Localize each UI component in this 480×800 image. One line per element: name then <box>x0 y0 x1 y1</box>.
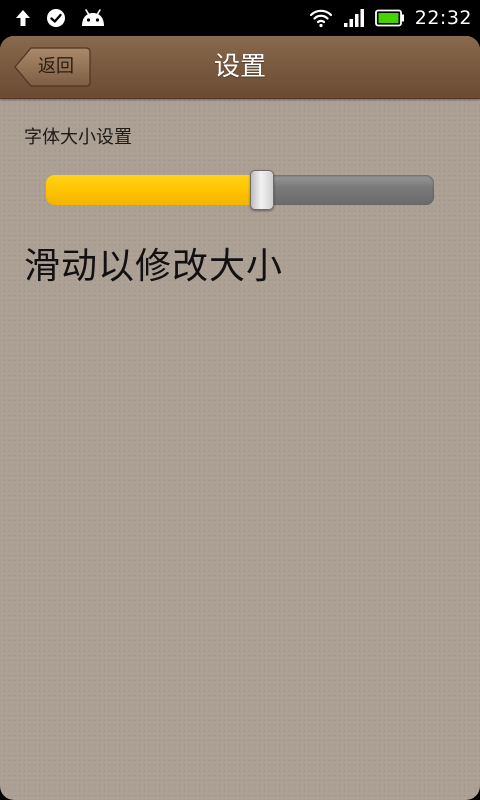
page-title: 设置 <box>213 52 266 82</box>
app-window: 返回 设置 字体大小设置 滑动以修改大小 <box>0 36 480 800</box>
screen: 22:32 返回 设置 字体大小设置 滑动以修改大小 <box>0 0 480 800</box>
wifi-icon <box>309 8 333 28</box>
font-size-preview-text: 滑动以修改大小 <box>24 246 284 287</box>
slider-fill <box>46 175 261 205</box>
status-left-icons <box>14 0 106 36</box>
signal-icon <box>343 8 365 28</box>
status-bar: 22:32 <box>0 0 480 36</box>
slider-thumb[interactable] <box>250 170 274 210</box>
android-icon <box>80 8 106 28</box>
upload-arrow-icon <box>14 8 32 28</box>
status-right-icons: 22:32 <box>309 0 472 36</box>
font-size-setting-label: 字体大小设置 <box>24 127 132 148</box>
battery-icon <box>374 9 405 27</box>
check-circle-icon <box>46 8 66 28</box>
font-size-slider[interactable] <box>46 170 434 210</box>
clock: 22:32 <box>414 7 472 29</box>
title-bar: 返回 设置 <box>0 36 480 99</box>
